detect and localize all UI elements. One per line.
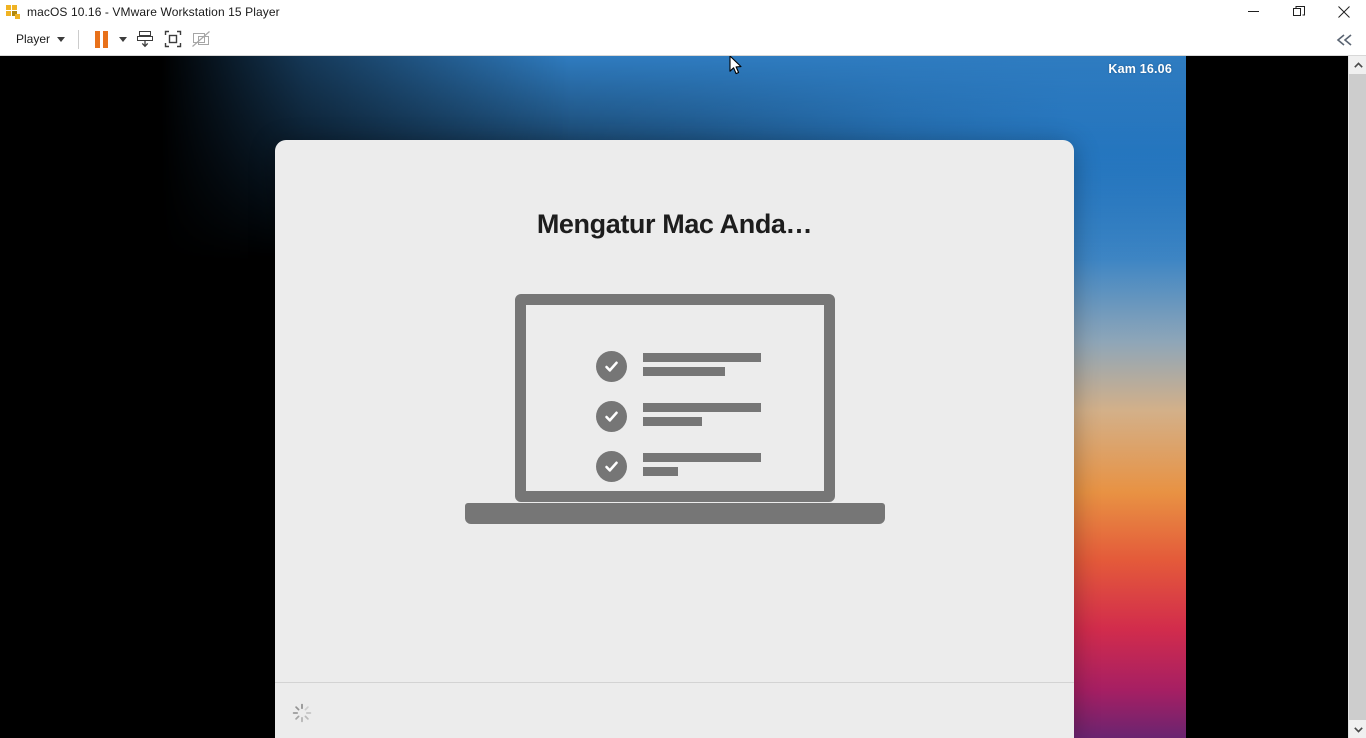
page-title: Mengatur Mac Anda… <box>536 209 813 239</box>
checklist-row <box>595 401 761 432</box>
close-icon <box>1337 5 1350 18</box>
unity-mode-disabled-icon <box>192 31 210 47</box>
placeholder-bar <box>642 366 725 376</box>
pause-vm-button[interactable] <box>87 26 115 53</box>
placeholder-bar <box>642 452 761 462</box>
setup-assistant-dialog: Mengatur Mac Anda… <box>275 140 1074 738</box>
minimize-button[interactable] <box>1231 0 1276 23</box>
scroll-up-button[interactable] <box>1349 56 1366 74</box>
scroll-up-icon <box>1353 61 1363 68</box>
loading-spinner-icon <box>292 703 312 723</box>
player-menu-button[interactable]: Player <box>11 29 70 49</box>
vm-display-area[interactable]: Kam 16.06 Mengatur Mac Anda… <box>0 56 1348 738</box>
scrollbar-thumb[interactable] <box>1349 74 1366 720</box>
minimize-icon <box>1248 11 1259 12</box>
collapse-toolbar-button[interactable] <box>1332 27 1358 52</box>
placeholder-bars <box>642 402 761 431</box>
scroll-down-button[interactable] <box>1349 720 1366 738</box>
check-circle-icon <box>595 451 627 482</box>
chevron-down-icon <box>119 36 128 42</box>
chevron-down-icon <box>57 36 66 42</box>
vmware-toolbar: Player <box>0 23 1366 56</box>
laptop-base <box>464 503 885 524</box>
window-title-text: macOS 10.16 - VMware Workstation 15 Play… <box>27 4 280 19</box>
unity-mode-button[interactable] <box>187 26 215 53</box>
laptop-screen <box>514 294 835 502</box>
placeholder-bar <box>642 466 678 476</box>
laptop-checklist-illustration <box>464 294 885 524</box>
toolbar-separator <box>78 29 80 49</box>
send-ctrl-alt-del-icon <box>137 31 154 48</box>
restore-button[interactable] <box>1276 0 1321 23</box>
check-circle-icon <box>595 401 627 432</box>
scroll-down-icon <box>1353 726 1363 733</box>
player-menu-label: Player <box>16 32 51 46</box>
send-key-button[interactable] <box>131 26 159 53</box>
fullscreen-icon <box>164 30 182 48</box>
placeholder-bar <box>642 352 761 362</box>
window-controls <box>1231 0 1366 23</box>
check-circle-icon <box>595 351 627 382</box>
window-title-bar: macOS 10.16 - VMware Workstation 15 Play… <box>0 0 1366 23</box>
checklist-rows <box>595 351 761 501</box>
arrow-cursor <box>729 56 743 81</box>
close-button[interactable] <box>1321 0 1366 23</box>
placeholder-bar <box>642 416 702 426</box>
dialog-footer <box>275 682 1074 738</box>
guest-screen[interactable]: Kam 16.06 Mengatur Mac Anda… <box>161 56 1186 738</box>
pause-dropdown-button[interactable] <box>115 26 131 53</box>
pause-icon <box>94 30 108 48</box>
full-screen-button[interactable] <box>159 26 187 53</box>
placeholder-bar <box>642 402 761 412</box>
placeholder-bars <box>642 452 761 481</box>
collapse-toolbar-icon <box>1336 33 1352 46</box>
menubar-clock[interactable]: Kam 16.06 <box>1108 62 1172 76</box>
vertical-scrollbar[interactable] <box>1348 56 1366 738</box>
restore-icon <box>1292 5 1305 16</box>
placeholder-bars <box>642 352 761 381</box>
vmware-logo-icon <box>5 4 21 20</box>
checklist-row <box>595 451 761 482</box>
checklist-row <box>595 351 761 382</box>
